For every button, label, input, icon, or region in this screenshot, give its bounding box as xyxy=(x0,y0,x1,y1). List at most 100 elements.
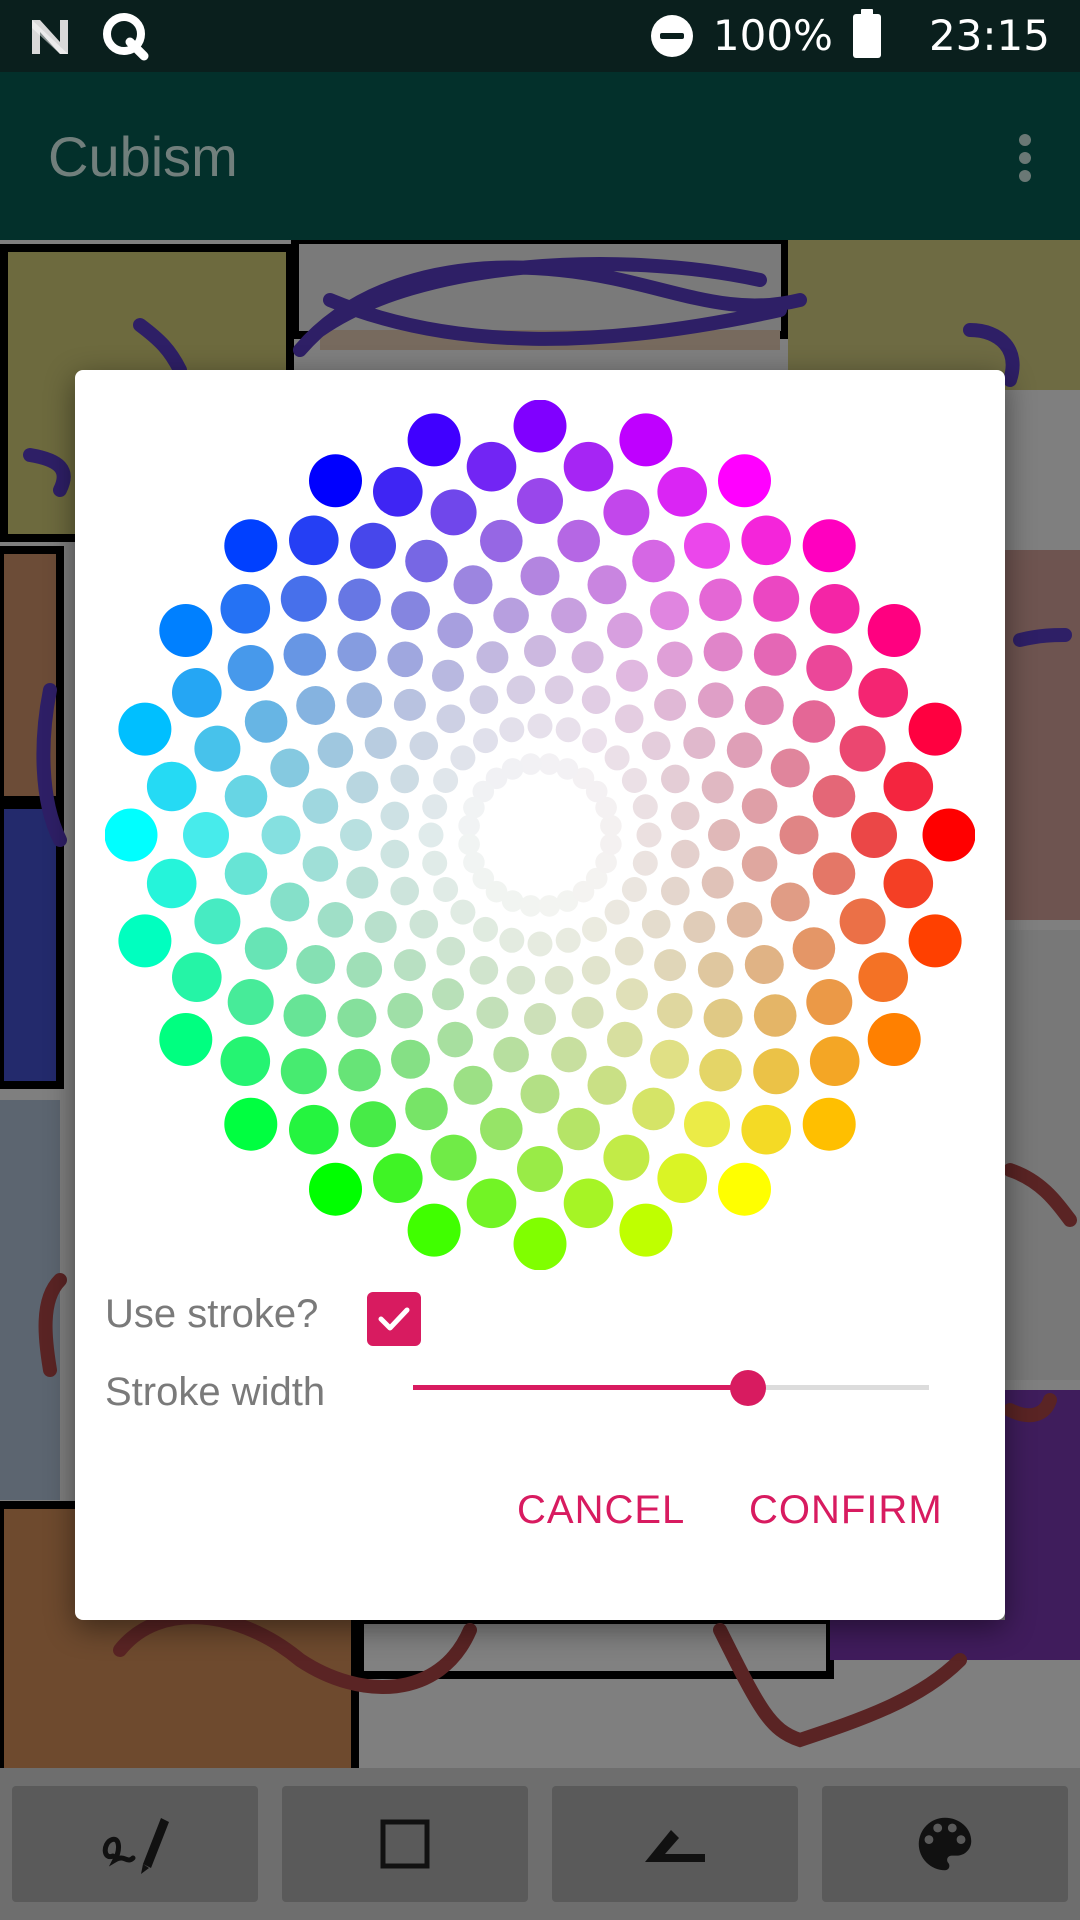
color-dot[interactable] xyxy=(802,1097,856,1151)
slider-thumb[interactable] xyxy=(730,1370,767,1406)
color-dot[interactable] xyxy=(661,876,690,906)
color-dot[interactable] xyxy=(506,965,536,995)
color-dot[interactable] xyxy=(390,764,420,794)
color-dot[interactable] xyxy=(520,1074,560,1114)
color-dot[interactable] xyxy=(405,1087,448,1131)
color-dot[interactable] xyxy=(296,945,336,984)
color-dot[interactable] xyxy=(220,584,271,634)
color-dot[interactable] xyxy=(867,604,921,657)
confirm-button[interactable]: CONFIRM xyxy=(749,1488,943,1533)
color-dot[interactable] xyxy=(858,668,908,718)
color-dot-center[interactable] xyxy=(504,799,576,871)
color-dot[interactable] xyxy=(437,1021,474,1058)
color-dot[interactable] xyxy=(632,794,658,820)
color-dot[interactable] xyxy=(194,725,241,772)
color-dot[interactable] xyxy=(405,539,448,583)
color-dot[interactable] xyxy=(364,727,397,759)
color-dot[interactable] xyxy=(458,814,480,837)
color-dot[interactable] xyxy=(581,685,611,714)
tool-rectangle[interactable] xyxy=(282,1786,528,1902)
color-dot[interactable] xyxy=(851,812,897,858)
color-dot[interactable] xyxy=(437,612,474,649)
color-dot[interactable] xyxy=(466,1178,517,1229)
color-dot[interactable] xyxy=(809,584,860,634)
color-dot[interactable] xyxy=(283,633,327,676)
color-dot[interactable] xyxy=(812,852,856,895)
color-dot[interactable] xyxy=(619,1203,673,1257)
color-dot[interactable] xyxy=(621,877,647,902)
color-dot[interactable] xyxy=(433,877,459,902)
color-dot[interactable] xyxy=(493,1036,529,1073)
color-dot[interactable] xyxy=(469,956,499,985)
color-dot[interactable] xyxy=(600,833,622,856)
color-dot[interactable] xyxy=(555,717,581,743)
color-dot[interactable] xyxy=(450,899,476,925)
color-dot[interactable] xyxy=(595,851,617,874)
color-dot[interactable] xyxy=(418,822,444,848)
color-dot[interactable] xyxy=(650,1039,689,1079)
color-dot[interactable] xyxy=(922,808,976,862)
color-dot[interactable] xyxy=(473,728,498,754)
color-dot[interactable] xyxy=(280,575,327,622)
color-dot[interactable] xyxy=(270,882,310,922)
color-dot[interactable] xyxy=(499,717,525,743)
color-dot[interactable] xyxy=(641,909,671,939)
color-dot[interactable] xyxy=(493,597,529,634)
color-dot[interactable] xyxy=(555,927,581,953)
color-dot[interactable] xyxy=(614,936,644,966)
color-dot[interactable] xyxy=(619,413,673,467)
color-dot[interactable] xyxy=(409,909,439,939)
color-dot[interactable] xyxy=(432,659,464,692)
color-dot[interactable] xyxy=(506,675,536,705)
color-dot[interactable] xyxy=(118,702,172,756)
color-dot[interactable] xyxy=(632,539,675,583)
color-dot[interactable] xyxy=(551,1036,587,1073)
color-dot[interactable] xyxy=(309,1162,362,1216)
color-dot[interactable] xyxy=(220,1036,271,1086)
color-dot[interactable] xyxy=(544,675,574,705)
color-dot[interactable] xyxy=(463,796,485,819)
color-dot[interactable] xyxy=(183,812,229,858)
color-dot[interactable] xyxy=(407,1203,461,1257)
color-dot[interactable] xyxy=(390,876,420,906)
color-dot[interactable] xyxy=(697,682,734,718)
color-dot[interactable] xyxy=(741,788,778,824)
tool-freehand[interactable] xyxy=(12,1786,258,1902)
color-dot[interactable] xyxy=(453,1065,493,1105)
color-dot[interactable] xyxy=(607,612,643,649)
color-dot[interactable] xyxy=(289,515,339,566)
color-dot[interactable] xyxy=(544,965,574,995)
color-dot[interactable] xyxy=(519,895,542,917)
color-dot[interactable] xyxy=(699,1048,742,1092)
color-dot[interactable] xyxy=(346,682,383,718)
color-dot[interactable] xyxy=(779,815,819,855)
color-dot[interactable] xyxy=(391,1039,430,1079)
color-dot[interactable] xyxy=(557,519,600,563)
color-dot[interactable] xyxy=(283,994,327,1037)
color-dot[interactable] xyxy=(604,745,630,771)
color-dot[interactable] xyxy=(683,727,716,759)
color-dot[interactable] xyxy=(600,814,622,837)
color-dot[interactable] xyxy=(603,489,650,536)
color-dot[interactable] xyxy=(632,1087,675,1131)
color-dot[interactable] xyxy=(571,641,604,674)
color-dot[interactable] xyxy=(244,927,288,970)
color-dot[interactable] xyxy=(346,771,379,804)
color-dot[interactable] xyxy=(741,1104,791,1155)
color-dot[interactable] xyxy=(683,911,716,943)
color-dot[interactable] xyxy=(380,839,410,869)
color-dot[interactable] xyxy=(350,1101,396,1148)
color-dot[interactable] xyxy=(703,632,743,672)
color-dot[interactable] xyxy=(337,632,377,672)
color-dot[interactable] xyxy=(701,771,734,804)
color-dot[interactable] xyxy=(227,645,274,691)
color-dot[interactable] xyxy=(883,858,934,909)
color-dot[interactable] xyxy=(373,467,423,517)
color-dot[interactable] xyxy=(604,899,630,925)
color-dot[interactable] xyxy=(839,725,886,772)
color-dot[interactable] xyxy=(792,927,836,970)
color-dot[interactable] xyxy=(520,556,560,596)
color-dot[interactable] xyxy=(883,761,934,812)
color-dot[interactable] xyxy=(172,668,222,718)
color-dot[interactable] xyxy=(524,1003,556,1035)
